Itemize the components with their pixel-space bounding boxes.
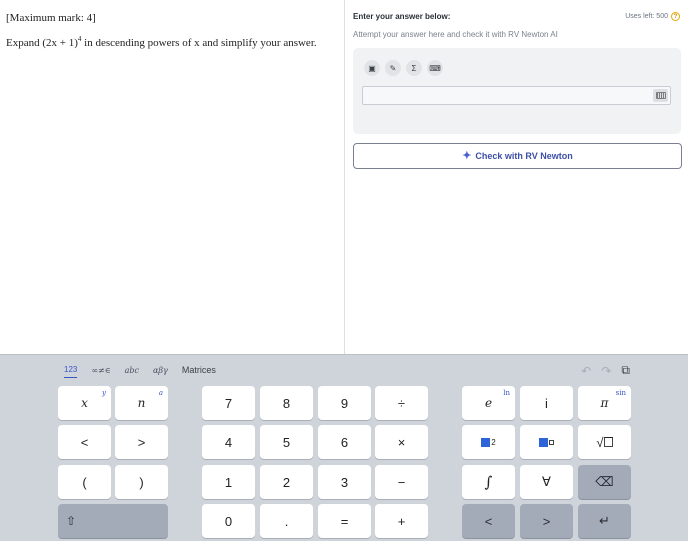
answer-subtitle: Attempt your answer here and check it wi… (353, 30, 558, 39)
redo-icon[interactable]: ↷ (601, 364, 611, 378)
key-power[interactable] (520, 425, 573, 459)
tab-symbols[interactable]: ∞≠∈ (91, 366, 110, 378)
tab-abc[interactable]: abc (125, 366, 139, 378)
key-e[interactable]: e ln (462, 386, 515, 420)
key-decimal[interactable]: . (260, 504, 313, 538)
keyboard-icon[interactable]: ⌨ (427, 60, 443, 76)
answer-title: Enter your answer below: (353, 12, 451, 21)
key-multiply[interactable]: × (375, 425, 428, 459)
tab-matrices[interactable]: Matrices (182, 365, 216, 378)
key-n[interactable]: na (115, 386, 168, 420)
key-minus[interactable]: − (375, 465, 428, 499)
question-pane: [Maximum mark: 4] Expand (2x + 1)4 in de… (0, 0, 345, 354)
undo-icon[interactable]: ↶ (581, 364, 591, 378)
key-7[interactable]: 7 (202, 386, 255, 420)
key-plus[interactable]: + (375, 504, 428, 538)
keyboard-tabs: 123 ∞≠∈ abc αβγ Matrices (64, 365, 230, 378)
check-with-rv-newton-button[interactable]: ✦ Check with RV Newton (353, 143, 682, 169)
question-prefix: Expand (6, 37, 43, 49)
keyboard-toggle-icon[interactable] (653, 89, 668, 102)
key-4[interactable]: 4 (202, 425, 255, 459)
sparkle-icon: ✦ (462, 149, 472, 162)
key-i[interactable]: i (520, 386, 573, 420)
key-8[interactable]: 8 (260, 386, 313, 420)
question-suffix: in descending powers of x and simplify y… (81, 37, 317, 49)
key-9[interactable]: 9 (318, 386, 371, 420)
check-button-label: Check with RV Newton (475, 151, 573, 161)
copy-icon[interactable]: ⧉ (621, 363, 630, 378)
key-shift[interactable]: ⇧ (58, 504, 168, 538)
math-keyboard: 123 ∞≠∈ abc αβγ Matrices ↶ ↷ ⧉ xy na 7 8… (0, 354, 688, 541)
tab-greek[interactable]: αβγ (153, 366, 168, 378)
uses-left: Uses left: 500 ? (625, 12, 680, 21)
key-integral[interactable]: ∫ (462, 465, 515, 499)
image-icon[interactable]: ▣ (364, 60, 380, 76)
answer-editor: ▣ ✎ Σ ⌨ (353, 48, 681, 134)
key-right-paren[interactable]: ) (115, 465, 168, 499)
tab-123[interactable]: 123 (64, 365, 78, 378)
key-right-arrow[interactable]: > (520, 504, 573, 538)
key-less-than[interactable]: < (58, 425, 111, 459)
question-expression: (2x + 1) (42, 37, 78, 49)
key-5[interactable]: 5 (260, 425, 313, 459)
question-text: Expand (2x + 1)4 in descending powers of… (6, 35, 317, 49)
key-left-arrow[interactable]: < (462, 504, 515, 538)
key-sqrt[interactable]: √ (578, 425, 631, 459)
key-1[interactable]: 1 (202, 465, 255, 499)
sigma-icon[interactable]: Σ (406, 60, 422, 76)
editor-toolbar: ▣ ✎ Σ ⌨ (364, 60, 443, 76)
key-enter[interactable]: ↵ (578, 504, 631, 538)
key-left-paren[interactable]: ( (58, 465, 111, 499)
maximum-mark: [Maximum mark: 4] (6, 12, 96, 24)
key-pi[interactable]: π sin (578, 386, 631, 420)
key-equals[interactable]: = (318, 504, 371, 538)
help-icon[interactable]: ? (671, 12, 680, 21)
key-x[interactable]: xy (58, 386, 111, 420)
key-forall[interactable]: ∀ (520, 465, 573, 499)
uses-left-text: Uses left: 500 (625, 13, 668, 20)
key-6[interactable]: 6 (318, 425, 371, 459)
key-square[interactable]: 2 (462, 425, 515, 459)
key-2[interactable]: 2 (260, 465, 313, 499)
answer-pane: Enter your answer below: Uses left: 500 … (345, 0, 688, 354)
key-0[interactable]: 0 (202, 504, 255, 538)
keyboard-actions: ↶ ↷ ⧉ (581, 363, 630, 378)
answer-input[interactable] (362, 86, 671, 105)
key-backspace[interactable]: ⌫ (578, 465, 631, 499)
pencil-icon[interactable]: ✎ (385, 60, 401, 76)
key-divide[interactable]: ÷ (375, 386, 428, 420)
key-3[interactable]: 3 (318, 465, 371, 499)
key-greater-than[interactable]: > (115, 425, 168, 459)
